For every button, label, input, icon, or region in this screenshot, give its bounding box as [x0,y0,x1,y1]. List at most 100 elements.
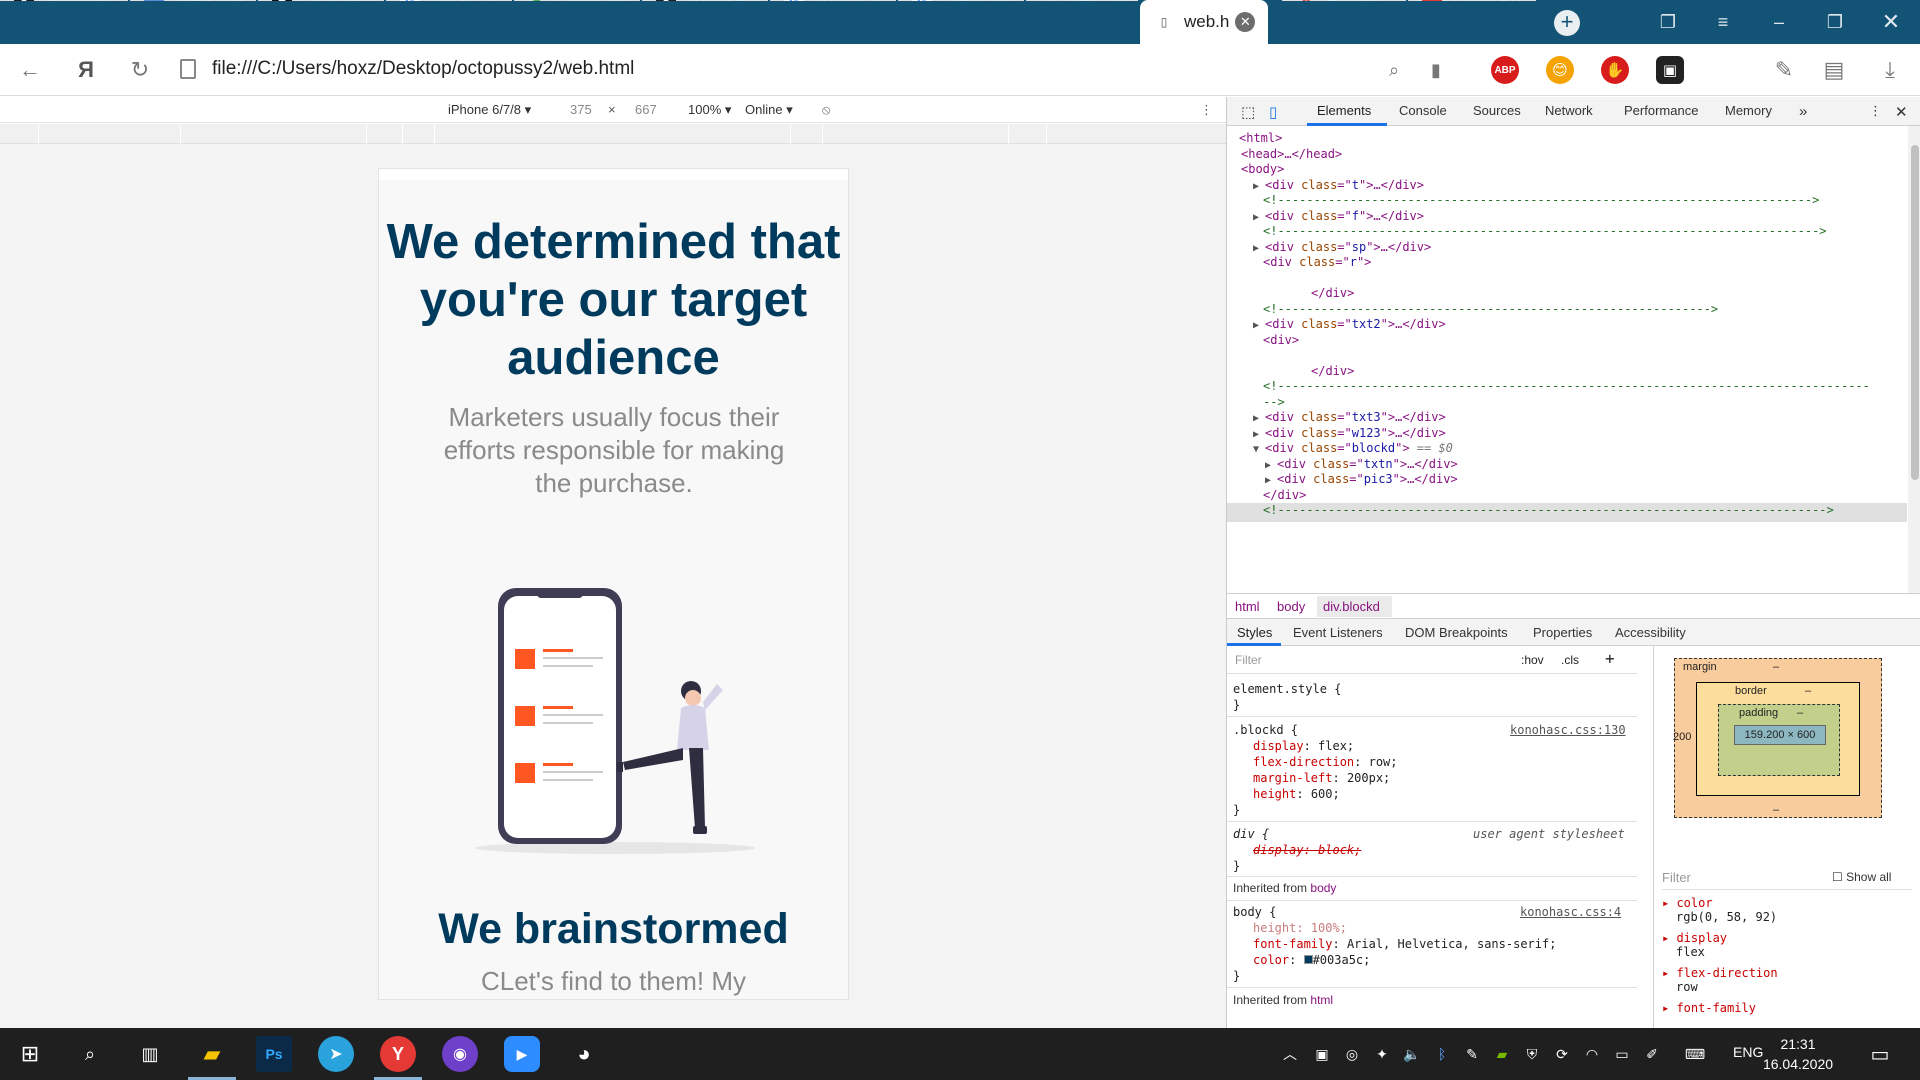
zoom-icon[interactable]: ▶ [504,1036,540,1072]
browser-menu-icon[interactable]: ≡ [1700,0,1746,44]
computed-property[interactable]: ▸ font-family [1662,1001,1756,1015]
close-tab-icon[interactable]: ✕ [1235,12,1256,32]
tray-volume-icon[interactable]: 🔈 [1400,1040,1424,1068]
tray-wifi-icon[interactable]: ◠ [1580,1040,1604,1068]
extension-tool-icon[interactable]: ✎ [1770,56,1798,84]
extension-face-icon[interactable]: 😊 [1546,56,1574,84]
dom-node[interactable]: <!--------------------------------------… [1263,503,1834,522]
browser-tab[interactable]: Ghow to a [770,0,896,1]
div-rule-selector[interactable]: div { [1233,827,1269,841]
browser-tab[interactable]: ▶ Офис на [514,0,640,1]
subtab-styles[interactable]: Styles [1237,625,1272,640]
tab-sources[interactable]: Sources [1473,103,1521,118]
back-icon[interactable]: ← [16,56,44,84]
breadcrumb-body[interactable]: body [1277,599,1305,614]
subtab-event-listeners[interactable]: Event Listeners [1293,625,1383,640]
photoshop-icon[interactable]: Ps [256,1036,292,1072]
tab-memory[interactable]: Memory [1725,103,1772,118]
tray-expand-icon[interactable]: ︿ [1280,1040,1300,1068]
tab-network[interactable]: Network [1545,103,1593,118]
notifications-icon[interactable]: ▭ [1862,1036,1898,1072]
styles-filter-input[interactable]: Filter [1235,653,1262,667]
tray-app-icon[interactable]: ✦ [1370,1040,1394,1068]
tabs-overview-icon[interactable]: ❐ [1645,0,1691,44]
extension-box-icon[interactable]: ▣ [1656,56,1684,84]
inspect-element-icon[interactable]: ⬚ [1241,103,1255,121]
tray-bluetooth-icon[interactable]: ᛒ [1430,1040,1454,1068]
search-icon[interactable]: ⌕ [72,1036,108,1072]
tray-keyboard-icon[interactable]: ⌨ [1680,1040,1710,1068]
dom-scrollbar-thumb[interactable] [1911,145,1919,480]
network-throttle-select[interactable]: Online ▾ [745,102,793,118]
breadcrumb-div-blockd[interactable]: div.blockd [1323,599,1380,614]
tray-network-icon[interactable]: ◎ [1340,1040,1364,1068]
tray-battery-icon[interactable]: ▭ [1610,1040,1634,1068]
subtab-accessibility[interactable]: Accessibility [1615,625,1686,640]
subtab-dom-breakpoints[interactable]: DOM Breakpoints [1405,625,1508,640]
blockd-rule-source[interactable]: konohasc.css:130 [1510,723,1626,737]
tray-nvidia-icon[interactable]: ▰ [1490,1040,1514,1068]
close-window-button[interactable]: ✕ [1868,0,1914,44]
device-width-input[interactable]: 375 [570,102,592,117]
browser-tab[interactable]: ▤ Message [130,0,256,1]
element-style-rule[interactable]: element.style { [1233,682,1341,696]
breadcrumb-html[interactable]: html [1235,599,1260,614]
browser-tab[interactable]: Gclassroon [898,0,1024,1]
browser-tab[interactable]: ● arssssen/ [642,0,768,1]
dom-node[interactable]: <!--------------------------------------… [1263,379,1870,398]
extension-hand-icon[interactable]: ✋ [1601,56,1629,84]
device-height-input[interactable]: 667 [635,102,657,117]
tab-performance[interactable]: Performance [1624,103,1698,118]
dom-node[interactable]: <div> [1263,333,1299,352]
computed-property[interactable]: ▸ flex-direction row [1662,966,1778,994]
computed-property[interactable]: ▸ display flex [1662,931,1727,959]
body-rule-selector[interactable]: body { [1233,905,1276,919]
minimize-button[interactable]: – [1756,0,1802,44]
cls-button[interactable]: .cls [1561,653,1579,667]
dom-node[interactable]: <div class="r"> [1263,255,1371,274]
new-tab-button[interactable]: + [1554,10,1580,36]
tray-shield-icon[interactable]: ⛨ [1520,1040,1544,1068]
browser-tab[interactable]: ● arssssen/ [0,0,128,1]
tab-elements[interactable]: Elements [1317,103,1371,118]
github-desktop-icon[interactable]: ◉ [442,1036,478,1072]
browser-tab[interactable]: ◆ Основны [258,0,384,1]
computed-property[interactable]: ▸ color rgb(0, 58, 92) [1662,896,1777,924]
file-explorer-icon[interactable]: ▰ [188,1036,236,1080]
body-rule-source[interactable]: konohasc.css:4 [1520,905,1621,919]
yandex-home-icon[interactable]: Я [72,56,100,84]
steam-like-icon[interactable]: ◕ [566,1036,602,1072]
tray-pen-icon[interactable]: ✎ [1460,1040,1484,1068]
blockd-rule-selector[interactable]: .blockd { [1233,723,1298,737]
search-icon[interactable]: ⌕ [1380,56,1408,84]
collections-icon[interactable]: ▤ [1820,56,1848,84]
windows-start-icon[interactable]: ⊞ [12,1036,48,1072]
url-field[interactable]: file:///C:/Users/hoxz/Desktop/octopussy2… [212,58,634,80]
rotate-icon[interactable]: ⦸ [822,102,830,118]
restore-button[interactable]: ❐ [1812,0,1858,44]
new-rule-icon[interactable]: + [1605,649,1615,668]
hov-button[interactable]: :hov [1521,653,1544,667]
device-toggle-icon[interactable]: ▯ [1269,103,1277,121]
browser-tab[interactable]: Goffice c c [386,0,512,1]
tray-zoom-icon[interactable]: ▣ [1310,1040,1334,1068]
box-content[interactable]: 159.200 × 600 [1734,725,1826,745]
telegram-icon[interactable]: ➤ [318,1036,354,1072]
task-view-icon[interactable]: ▥ [132,1036,168,1072]
reload-icon[interactable]: ↻ [126,56,154,84]
browser-tab[interactable]: ▯ web.htm [1026,0,1138,1]
device-menu-icon[interactable]: ⋮ [1200,102,1213,118]
show-all-checkbox[interactable]: ☐ Show all [1832,870,1891,884]
div-rule-prop[interactable]: display: block; [1253,843,1361,857]
taskbar-clock[interactable]: 21:31 16.04.2020 [1758,1034,1838,1074]
emulated-page[interactable]: We determined that you're our target aud… [378,168,849,1000]
tray-pen-workspace-icon[interactable]: ✐ [1640,1040,1664,1068]
browser-tab[interactable]: Я Яндекс [1282,0,1406,1]
tray-sync-icon[interactable]: ⟳ [1550,1040,1574,1068]
bookmark-icon[interactable]: ▮ [1422,56,1450,84]
devtools-close-icon[interactable]: ✕ [1895,103,1908,121]
more-tabs-icon[interactable]: » [1799,103,1807,120]
device-select[interactable]: iPhone 6/7/8 ▾ [448,102,531,118]
zoom-select[interactable]: 100% ▾ [688,102,731,118]
dom-tree[interactable]: <html> <head>…</head> <body> ▶ <div class="… [1227,126,1907,593]
